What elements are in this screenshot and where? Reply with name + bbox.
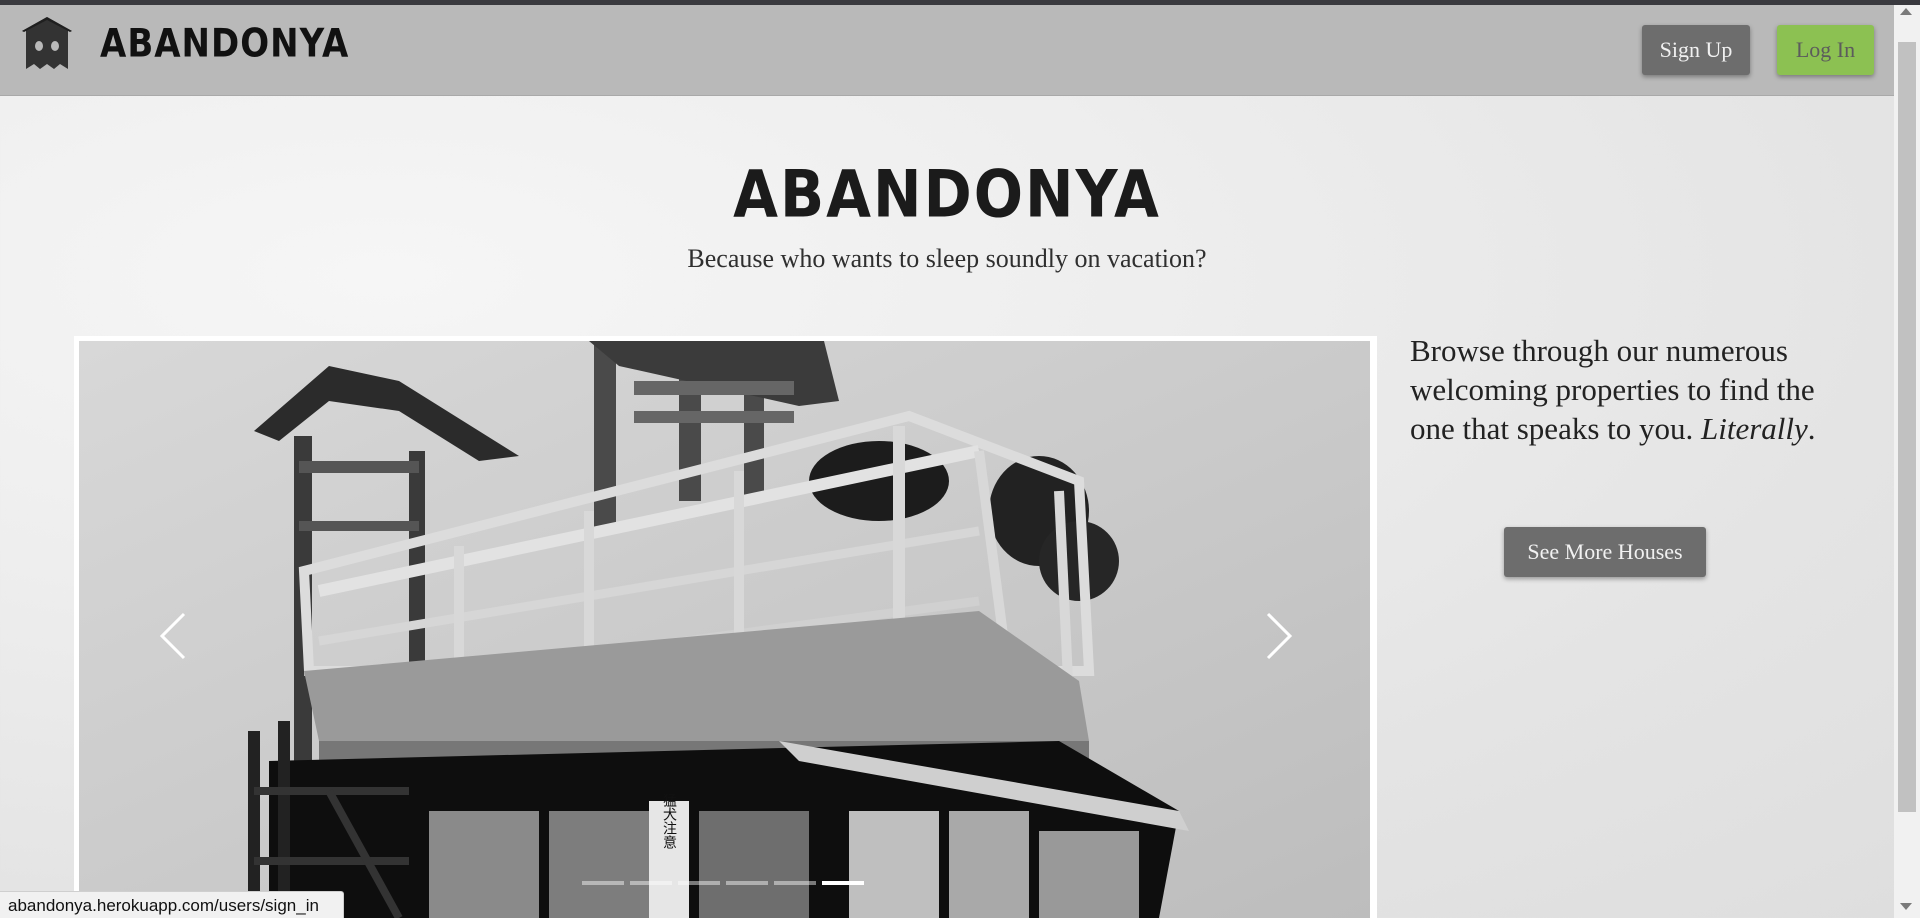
browse-text-period: . bbox=[1807, 411, 1816, 446]
scroll-down-arrow-icon[interactable] bbox=[1900, 903, 1912, 910]
hero-subtitle: Because who wants to sleep soundly on va… bbox=[687, 244, 1207, 273]
carousel-slide-image: 猛犬注意 bbox=[79, 341, 1370, 918]
browse-text-emphasis: Literally bbox=[1701, 411, 1808, 446]
carousel-indicator[interactable] bbox=[774, 881, 816, 885]
hero-title: ABANDONYA bbox=[733, 155, 1161, 233]
carousel-indicators bbox=[582, 881, 864, 887]
navbar: ABANDONYA Sign Up Log In bbox=[0, 5, 1894, 96]
carousel-indicator[interactable] bbox=[630, 881, 672, 885]
chevron-left-icon[interactable] bbox=[154, 606, 194, 666]
carousel-indicator[interactable] bbox=[726, 881, 768, 885]
property-carousel: 猛犬注意 bbox=[74, 336, 1377, 918]
browse-description: Browse through our numerous welcoming pr… bbox=[1410, 331, 1850, 448]
chevron-right-icon[interactable] bbox=[1258, 606, 1298, 666]
log-in-button[interactable]: Log In bbox=[1777, 25, 1874, 75]
see-more-houses-button[interactable]: See More Houses bbox=[1504, 527, 1706, 577]
carousel-indicator-active[interactable] bbox=[822, 881, 864, 885]
scroll-up-arrow-icon[interactable] bbox=[1900, 8, 1912, 15]
sign-text-1: 猛犬注意 bbox=[661, 793, 677, 849]
browser-status-bar: abandonya.herokuapp.com/users/sign_in bbox=[0, 891, 344, 918]
carousel-indicator[interactable] bbox=[582, 881, 624, 885]
carousel-indicator[interactable] bbox=[678, 881, 720, 885]
ghost-house-icon[interactable] bbox=[20, 15, 74, 73]
scrollbar-thumb[interactable] bbox=[1898, 42, 1916, 812]
brand-name[interactable]: ABANDONYA bbox=[100, 21, 349, 67]
sign-up-button[interactable]: Sign Up bbox=[1642, 25, 1750, 75]
